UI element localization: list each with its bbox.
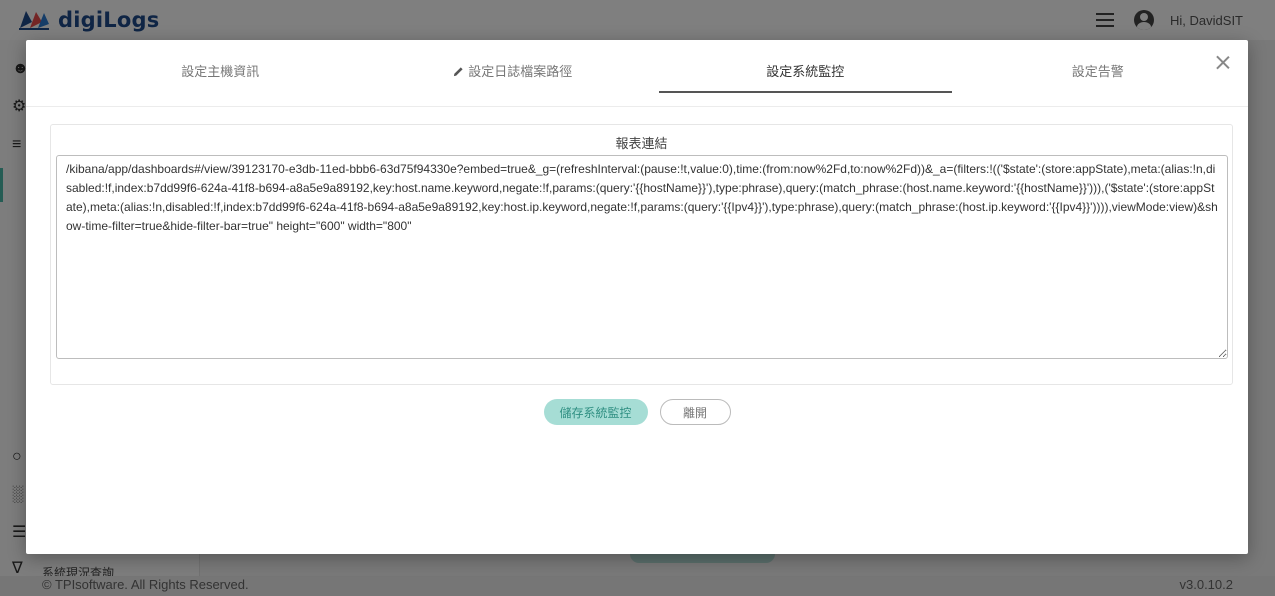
tab-label: 設定系統監控: [766, 64, 845, 79]
modal-tabs: 設定主機資訊 設定日誌檔案路徑 設定系統監控 設定告警: [74, 40, 1244, 107]
section-title: 報表連結: [615, 136, 668, 151]
tab-label: 設定主機資訊: [181, 64, 260, 79]
report-url-textarea[interactable]: /kibana/app/dashboards#/view/39123170-e3…: [56, 155, 1228, 359]
system-monitor-modal: 設定主機資訊 設定日誌檔案路徑 設定系統監控 設定告警 報表連結 /kibana…: [26, 40, 1248, 554]
pencil-icon: [454, 67, 463, 77]
tab-log-path[interactable]: 設定日誌檔案路徑: [367, 40, 660, 107]
tab-label: 設定日誌檔案路徑: [468, 64, 573, 79]
report-link-panel: 報表連結 /kibana/app/dashboards#/view/391231…: [50, 124, 1233, 385]
tab-divider: [26, 106, 1248, 107]
leave-button[interactable]: 離開: [659, 399, 731, 425]
save-monitor-button[interactable]: 儲存系統監控: [543, 399, 648, 425]
action-buttons: 儲存系統監控 離開: [26, 399, 1248, 425]
tab-host-info[interactable]: 設定主機資訊: [74, 40, 367, 107]
close-icon[interactable]: [1214, 54, 1232, 72]
tab-system-monitor[interactable]: 設定系統監控: [659, 40, 952, 107]
tab-alert[interactable]: 設定告警: [952, 40, 1245, 107]
tab-label: 設定告警: [1071, 64, 1124, 79]
